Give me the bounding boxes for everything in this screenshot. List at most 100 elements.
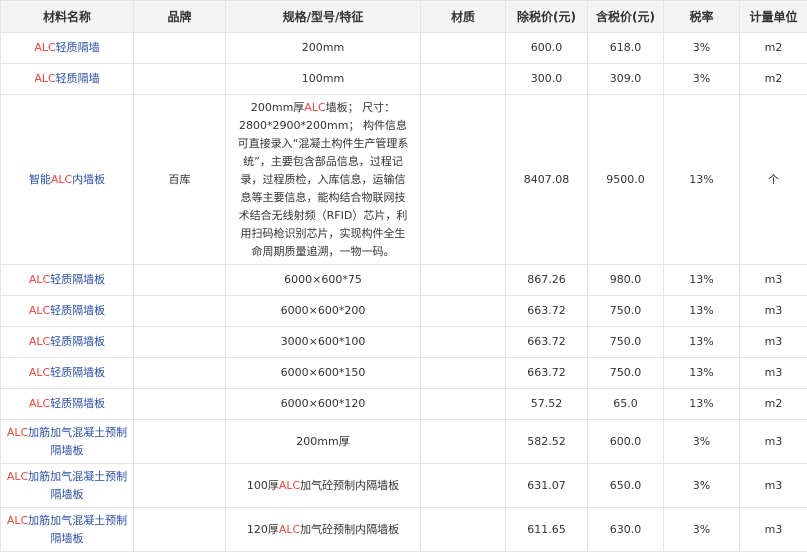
brand-cell [134,327,226,358]
name-suffix: 加筋加气混凝土预制隔墙板 [28,470,127,501]
name-highlight: ALC [7,470,28,483]
name-suffix: 轻质隔墙板 [50,335,105,348]
name-suffix: 轻质隔墙板 [50,397,105,410]
tax-rate: 3% [664,508,740,552]
pre-tax-price: 631.07 [506,464,588,508]
spec-suffix: 加气砼预制内隔墙板 [300,479,399,492]
table-row: ALC轻质隔墙板6000×600*200663.72750.013%m3 [1,296,807,327]
name-suffix: 轻质隔墙 [56,41,100,54]
spec-prefix: 200mm [302,41,344,54]
name-suffix: 轻质隔墙板 [50,304,105,317]
pre-tax-price: 867.26 [506,265,588,296]
material-name-link[interactable]: 智能ALC内墙板 [1,95,134,265]
pre-tax-price: 663.72 [506,358,588,389]
table-row: ALC轻质隔墙板6000×600*75867.26980.013%m3 [1,265,807,296]
material-cell [421,508,506,552]
brand-cell [134,265,226,296]
spec-prefix: 200mm厚 [296,435,349,448]
table-row: ALC轻质隔墙板6000×600*12057.5265.013%m2 [1,389,807,420]
unit-cell: m3 [740,464,807,508]
name-prefix: 智能 [29,173,51,186]
tax-rate: 13% [664,95,740,265]
spec-prefix: 6000×600*120 [281,397,366,410]
table-row: ALC加筋加气混凝土预制隔墙板120厚ALC加气砼预制内隔墙板611.65630… [1,508,807,552]
material-name-link[interactable]: ALC轻质隔墙板 [1,296,134,327]
tax-rate: 13% [664,389,740,420]
name-highlight: ALC [29,273,50,286]
spec-suffix: 墙板； 尺寸：2800*2900*200mm； 构件信息可直接录入“混凝土构件生… [238,101,409,258]
header-with-tax: 含税价(元) [588,1,664,33]
tax-rate: 13% [664,265,740,296]
name-highlight: ALC [29,335,50,348]
with-tax-price: 309.0 [588,64,664,95]
table-row: ALC轻质隔墙板6000×600*150663.72750.013%m3 [1,358,807,389]
material-name-link[interactable]: ALC加筋加气混凝土预制隔墙板 [1,420,134,464]
with-tax-price: 630.0 [588,508,664,552]
spec-cell: 6000×600*200 [226,296,421,327]
spec-prefix: 100厚 [247,479,279,492]
tax-rate: 3% [664,33,740,64]
material-cell [421,95,506,265]
name-highlight: ALC [51,173,72,186]
name-highlight: ALC [29,397,50,410]
material-name-link[interactable]: ALC加筋加气混凝土预制隔墙板 [1,464,134,508]
name-suffix: 轻质隔墙 [56,72,100,85]
pre-tax-price: 8407.08 [506,95,588,265]
table-row: ALC加筋加气混凝土预制隔墙板200mm厚582.52600.03%m3 [1,420,807,464]
pre-tax-price: 582.52 [506,420,588,464]
tax-rate: 3% [664,420,740,464]
pre-tax-price: 300.0 [506,64,588,95]
brand-cell [134,358,226,389]
header-rate: 税率 [664,1,740,33]
spec-prefix: 6000×600*75 [284,273,362,286]
with-tax-price: 618.0 [588,33,664,64]
brand-cell [134,33,226,64]
unit-cell: m3 [740,265,807,296]
brand-cell [134,420,226,464]
unit-cell: m3 [740,327,807,358]
material-name-link[interactable]: ALC轻质隔墙 [1,64,134,95]
spec-prefix: 120厚 [247,523,279,536]
name-suffix: 加筋加气混凝土预制隔墙板 [28,514,127,545]
pre-tax-price: 611.65 [506,508,588,552]
spec-prefix: 6000×600*200 [281,304,366,317]
spec-cell: 100厚ALC加气砼预制内隔墙板 [226,464,421,508]
spec-cell: 6000×600*150 [226,358,421,389]
tax-rate: 3% [664,64,740,95]
tax-rate: 13% [664,358,740,389]
material-name-link[interactable]: ALC轻质隔墙板 [1,265,134,296]
material-name-link[interactable]: ALC加筋加气混凝土预制隔墙板 [1,508,134,552]
table-row: 智能ALC内墙板百库200mm厚ALC墙板； 尺寸：2800*2900*200m… [1,95,807,265]
table-row: ALC轻质隔墙 200mm 600.0618.03%m2 [1,33,807,64]
material-name-link[interactable]: ALC轻质隔墙板 [1,327,134,358]
material-cell [421,265,506,296]
with-tax-price: 9500.0 [588,95,664,265]
with-tax-price: 750.0 [588,327,664,358]
with-tax-price: 750.0 [588,296,664,327]
header-row: 材料名称 品牌 规格/型号/特征 材质 除税价(元) 含税价(元) 税率 计量单… [1,1,807,33]
unit-cell: m3 [740,508,807,552]
spec-suffix: 加气砼预制内隔墙板 [300,523,399,536]
name-highlight: ALC [7,514,28,527]
name-highlight: ALC [34,72,55,85]
unit-cell: m3 [740,420,807,464]
material-name-link[interactable]: ALC轻质隔墙板 [1,389,134,420]
material-name-link[interactable]: ALC轻质隔墙板 [1,358,134,389]
spec-cell: 200mm厚ALC墙板； 尺寸：2800*2900*200mm； 构件信息可直接… [226,95,421,265]
spec-cell: 3000×600*100 [226,327,421,358]
material-name-link[interactable]: ALC轻质隔墙 [1,33,134,64]
name-highlight: ALC [34,41,55,54]
header-material: 材质 [421,1,506,33]
unit-cell: m2 [740,389,807,420]
material-cell [421,33,506,64]
pre-tax-price: 663.72 [506,327,588,358]
material-cell [421,327,506,358]
material-cell [421,296,506,327]
brand-cell: 百库 [134,95,226,265]
brand-cell [134,508,226,552]
material-cell [421,358,506,389]
spec-highlight: ALC [279,523,300,536]
unit-cell: m2 [740,33,807,64]
pre-tax-price: 600.0 [506,33,588,64]
brand-cell [134,389,226,420]
